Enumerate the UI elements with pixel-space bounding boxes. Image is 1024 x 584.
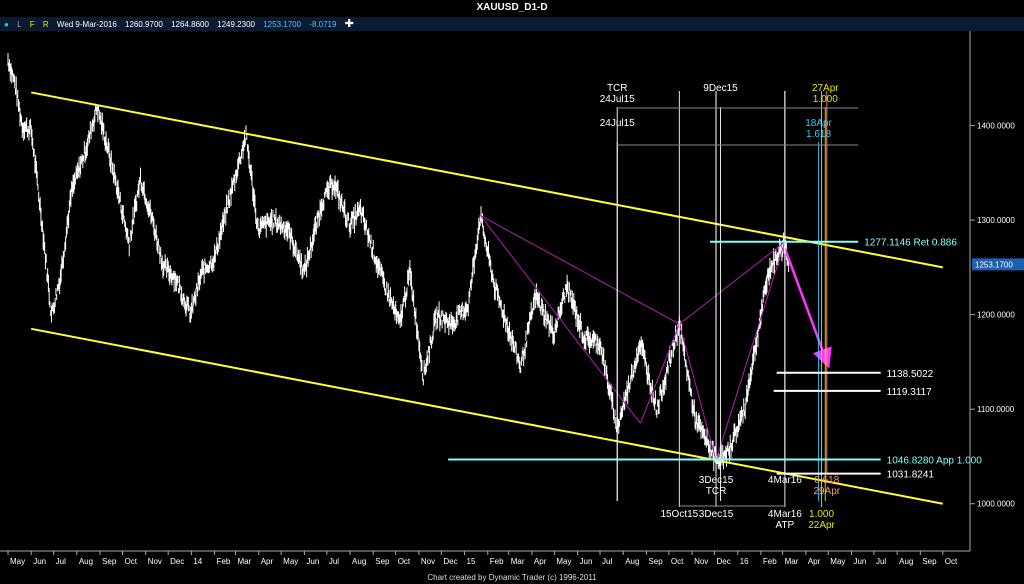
x-tick-label: Mar (511, 557, 525, 566)
x-tick-label: May (556, 557, 571, 566)
pattern-line (678, 323, 717, 461)
x-tick-label: Jul (876, 557, 886, 566)
price-level-label: 1277.1146 Ret 0.886 (864, 238, 957, 249)
x-tick-label: Nov (421, 557, 435, 566)
y-tick-label: 1400.0000 (977, 122, 1015, 131)
x-tick-label: Feb (217, 557, 231, 566)
bar-date: Wed 9-Mar-2016 (56, 20, 117, 29)
x-tick-label: Oct (671, 557, 684, 566)
pattern-line (715, 241, 786, 461)
x-tick-label: Aug (899, 557, 913, 566)
x-tick-label: Apr (261, 557, 274, 566)
bar-high: 1264.8600 (171, 20, 209, 29)
x-tick-label: Feb (490, 557, 504, 566)
x-tick-label: Sep (375, 557, 390, 566)
chart-window: XAUUSD_D1-D ● L F R Wed 9-Mar-2016 1260.… (0, 0, 1024, 584)
title-bar: XAUUSD_D1-D (0, 0, 1024, 18)
x-tick-label: Dec (443, 557, 457, 566)
channel-lower-line (31, 327, 943, 505)
chart-credit: Chart created by Dynamic Trader (c) 1996… (427, 573, 597, 582)
x-tick-label: Apr (808, 557, 821, 566)
time-marker-label: TCR (607, 83, 628, 94)
r-icon[interactable]: R (43, 18, 49, 32)
x-tick-label: Dec (170, 557, 184, 566)
x-tick-label: 16 (740, 557, 749, 566)
x-tick-label: Aug (79, 557, 93, 566)
x-tick-label: 14 (193, 557, 202, 566)
x-tick-label: Aug (625, 557, 639, 566)
time-marker-label: 24Jul15 (600, 118, 635, 129)
time-marker-label: 3Dec15 (699, 509, 734, 520)
y-tick-label: 1300.0000 (977, 216, 1015, 225)
x-tick-label: Mar (238, 557, 252, 566)
x-tick-label: 15 (467, 557, 476, 566)
x-tick-label: Oct (125, 557, 138, 566)
x-tick-label: Jun (853, 557, 866, 566)
y-tick-label: 1000.0000 (977, 500, 1015, 509)
x-tick-label: Sep (922, 557, 937, 566)
x-tick-label: Jul (329, 557, 339, 566)
bar-close: 1253.1700 (263, 20, 302, 29)
price-level-label: 1031.8241 (887, 470, 935, 481)
time-marker-label: 18Apr (805, 118, 832, 129)
l-icon[interactable]: L (17, 18, 21, 32)
plus-icon[interactable]: ✚ (345, 17, 354, 31)
x-tick-label: May (830, 557, 845, 566)
y-tick-label: 1100.0000 (977, 405, 1015, 414)
f-icon[interactable]: F (30, 18, 35, 32)
x-tick-label: Nov (148, 557, 162, 566)
price-level-label: 1119.3117 (887, 387, 932, 398)
x-tick-label: Oct (398, 557, 411, 566)
time-marker-label: 15Oct15 (660, 509, 698, 520)
x-tick-label: Jul (56, 557, 66, 566)
x-tick-label: Feb (763, 557, 777, 566)
price-level-label: 1138.5022 (887, 369, 934, 380)
time-marker-label: 22Apr (808, 520, 835, 531)
x-tick-label: Jul (602, 557, 612, 566)
x-tick-label: Sep (102, 557, 117, 566)
current-price-label: 1253.1700 (975, 260, 1013, 269)
info-bar: ● L F R Wed 9-Mar-2016 1260.9700 1264.86… (0, 17, 1024, 31)
pattern-line (480, 214, 680, 325)
x-tick-label: Mar (785, 557, 799, 566)
x-tick-label: Nov (694, 557, 708, 566)
x-tick-label: Apr (534, 557, 547, 566)
x-tick-label: Aug (352, 557, 366, 566)
window-title: XAUUSD_D1-D (476, 2, 548, 13)
time-marker-label: ATP (776, 520, 795, 531)
x-tick-label: May (10, 557, 25, 566)
x-tick-label: Jun (33, 557, 46, 566)
price-level-label: 1046.8280 App 1.000 (887, 455, 983, 466)
time-marker-label: 1.618 (806, 129, 831, 140)
y-tick-label: 1200.0000 (977, 311, 1015, 320)
x-tick-label: Jun (306, 557, 319, 566)
time-marker-label: 9Dec15 (703, 83, 738, 94)
price-chart[interactable]: TCR24Jul1524Jul159Dec15 27Apr1.00018Apr1.… (0, 31, 1024, 571)
x-tick-label: Dec (717, 557, 731, 566)
bar-change: -8.0719 (309, 20, 337, 29)
time-marker-label: 1.000 (813, 94, 838, 105)
x-tick-label: Jun (580, 557, 593, 566)
x-tick-label: Oct (945, 557, 958, 566)
time-marker-label: 4Mar16 (768, 509, 802, 520)
x-tick-label: Sep (648, 557, 663, 566)
time-marker-label: 27Apr (812, 83, 839, 94)
x-tick-label: May (283, 557, 298, 566)
circle-icon[interactable]: ● (4, 18, 9, 32)
time-marker-label: 29Apr (813, 486, 840, 497)
time-marker-label: 0.618 (814, 475, 839, 486)
bar-low: 1249.2300 (217, 20, 255, 29)
bar-open: 1260.9700 (125, 20, 163, 29)
time-marker-label: 1.000 (809, 509, 834, 520)
time-marker-label: 24Jul15 (600, 94, 635, 105)
